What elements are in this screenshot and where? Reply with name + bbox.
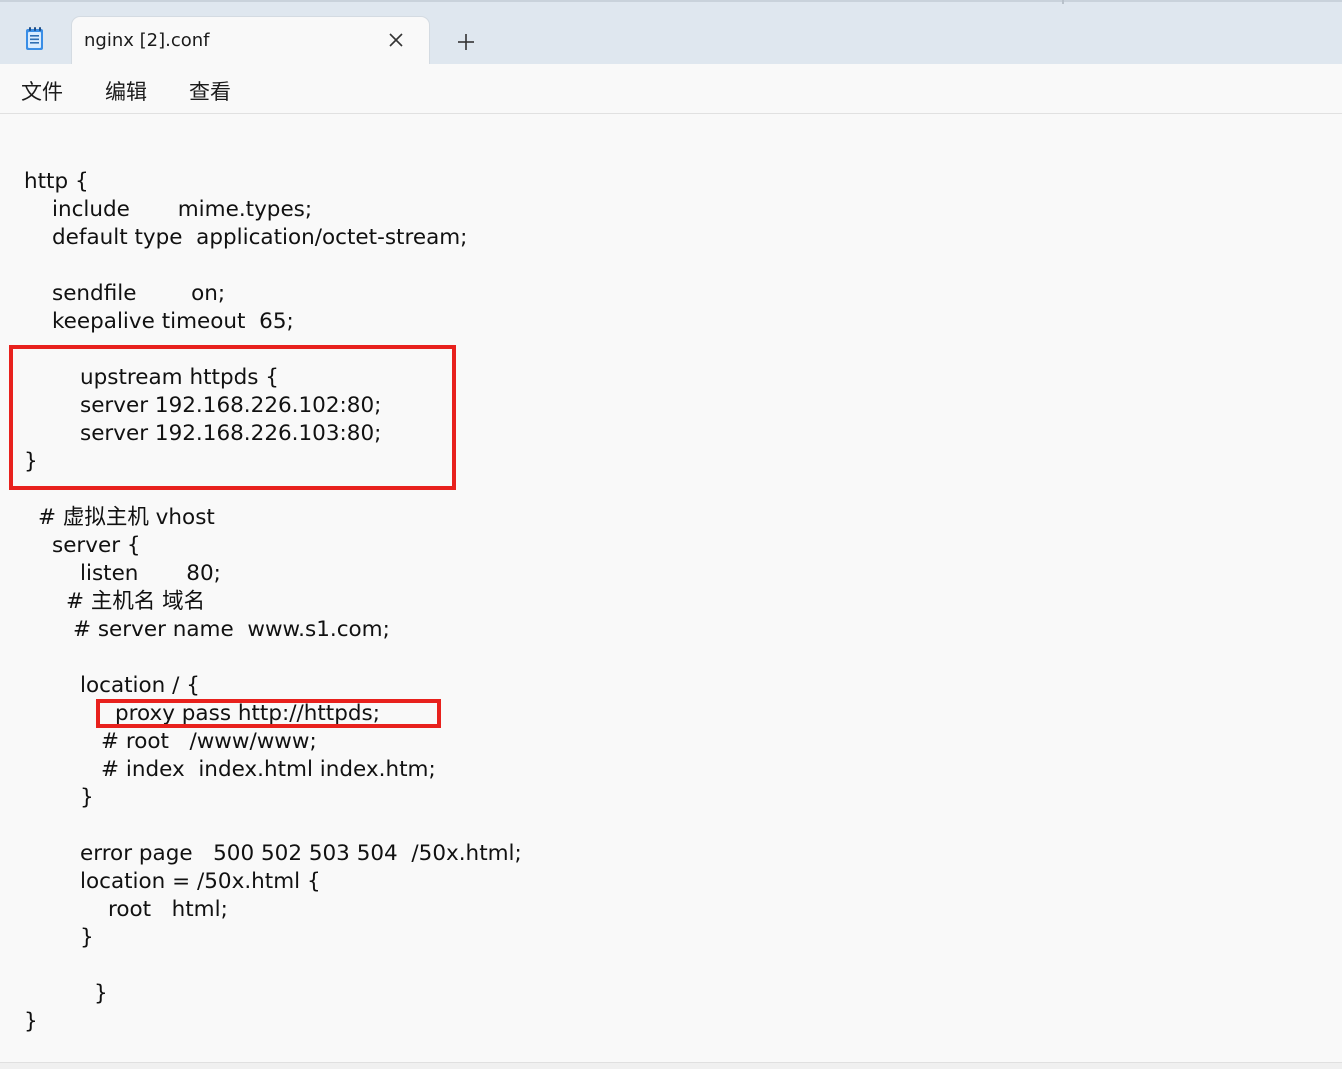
code-line: server { (52, 533, 141, 558)
code-line: # server name www.s1.com; (73, 617, 390, 642)
proxy-pass-highlight-box (96, 699, 441, 728)
code-line: location / { (80, 673, 200, 698)
code-line: # 主机名 域名 (66, 589, 206, 614)
tab-title: nginx [2].conf (84, 30, 210, 51)
code-line: } (24, 1009, 38, 1034)
status-bar-edge (0, 1062, 1342, 1069)
window-top-border (0, 0, 1342, 2)
code-line: } (80, 925, 94, 950)
menu-view[interactable]: 查看 (189, 76, 231, 106)
code-line: # root /www/www; (101, 729, 317, 754)
menu-file[interactable]: 文件 (21, 76, 63, 106)
upstream-highlight-box (9, 345, 456, 490)
close-icon[interactable] (385, 29, 407, 51)
code-line: default type application/octet-stream; (52, 225, 468, 250)
notepad-icon (26, 27, 43, 50)
plus-icon[interactable] (452, 28, 480, 56)
code-line: sendfile on; (52, 281, 226, 306)
menu-bar: 文件 编辑 查看 (0, 64, 1342, 114)
code-line: root html; (108, 897, 228, 922)
code-line: error page 500 502 503 504 /50x.html; (80, 841, 522, 866)
code-line: listen 80; (80, 561, 221, 586)
title-bar: nginx [2].conf (0, 0, 1342, 64)
code-line: } (80, 785, 94, 810)
code-line: # 虚拟主机 vhost (38, 505, 215, 530)
menu-edit[interactable]: 编辑 (105, 76, 147, 106)
code-line: # index index.html index.htm; (101, 757, 436, 782)
code-line: } (94, 981, 108, 1006)
code-line: location = /50x.html { (80, 869, 321, 894)
window-top-divider (1062, 0, 1064, 4)
tab-nginx-conf[interactable]: nginx [2].conf (72, 17, 429, 64)
notepad-window: nginx [2].conf 文件 编辑 查看 http { include m… (0, 0, 1342, 1069)
text-editor[interactable]: http { include mime.types; default type … (0, 114, 1342, 1062)
code-line: include mime.types; (52, 197, 313, 222)
code-line: http { (24, 169, 89, 194)
code-line: keepalive timeout 65; (52, 309, 294, 334)
